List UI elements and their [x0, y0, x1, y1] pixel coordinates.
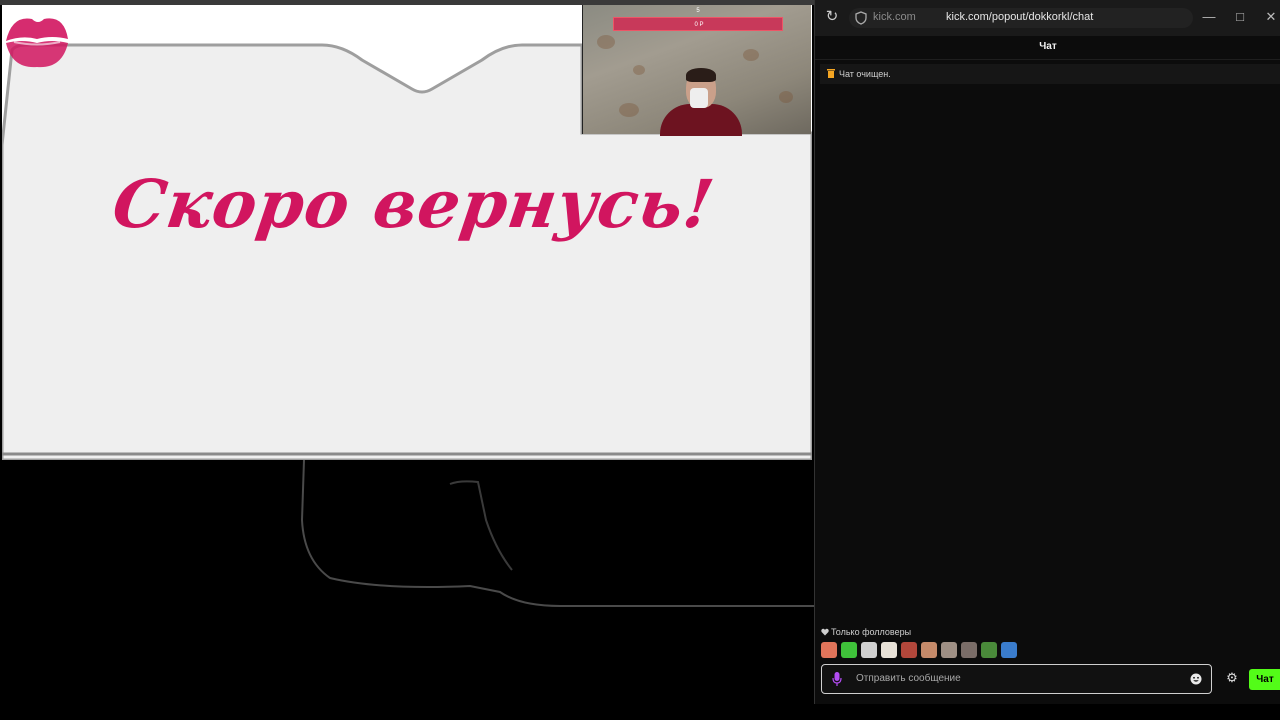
screen: Скоро вернусь! 5 0 P ↻ kick.com kick.com…	[0, 0, 1280, 720]
address-domain: kick.com	[873, 11, 916, 23]
maximize-button[interactable]: □	[1232, 8, 1248, 26]
chat-cleared-notice: Чат очищен.	[820, 64, 1280, 84]
microphone-icon[interactable]	[832, 672, 842, 686]
close-button[interactable]: ✕	[1263, 8, 1279, 26]
address-url: kick.com/popout/dokkorkl/chat	[946, 11, 1094, 23]
kiss-lips-icon	[6, 18, 68, 68]
background-shape	[300, 460, 814, 607]
emote-6-icon[interactable]	[921, 642, 937, 658]
emote-7-icon[interactable]	[941, 642, 957, 658]
emote-8-icon[interactable]	[961, 642, 977, 658]
chat-header: Чат	[815, 36, 1280, 60]
chat-message-input[interactable]: Отправить сообщение	[821, 664, 1212, 694]
emoji-picker-icon[interactable]	[1190, 673, 1202, 685]
chat-settings-icon[interactable]: ⚙	[1224, 670, 1240, 686]
chat-popout-window: ↻ kick.com kick.com/popout/dokkorkl/chat…	[814, 0, 1280, 704]
trash-icon	[827, 69, 835, 78]
reload-icon[interactable]: ↻	[823, 8, 841, 26]
webcam-bar-top-label: 5	[696, 8, 700, 14]
minimize-button[interactable]: —	[1201, 8, 1217, 26]
emote-1-icon[interactable]	[821, 642, 837, 658]
chat-input-placeholder: Отправить сообщение	[856, 673, 961, 684]
webcam-goal-bar: 0 P	[613, 17, 783, 31]
webcam-goal-value: 0 P	[694, 22, 704, 28]
emote-2-icon[interactable]	[841, 642, 857, 658]
browser-titlebar: ↻ kick.com kick.com/popout/dokkorkl/chat…	[815, 0, 1280, 36]
emote-3-icon[interactable]	[861, 642, 877, 658]
chat-title: Чат	[1039, 41, 1057, 52]
emote-10-icon[interactable]	[1001, 642, 1017, 658]
heart-icon	[821, 628, 829, 636]
send-chat-button[interactable]: Чат	[1249, 669, 1280, 690]
address-bar[interactable]: kick.com kick.com/popout/dokkorkl/chat	[849, 8, 1193, 28]
shield-icon	[855, 11, 867, 25]
followers-only-label: Только фолловеры	[831, 627, 912, 637]
emote-4-icon[interactable]	[881, 642, 897, 658]
stream-view: Скоро вернусь! 5 0 P	[0, 0, 814, 720]
brb-message: Скоро вернусь!	[108, 165, 720, 243]
streamer-body	[660, 104, 742, 136]
streamer-mug	[690, 88, 708, 108]
emote-quick-bar	[821, 642, 1017, 660]
streamer-hair	[686, 68, 716, 82]
bottom-strip	[814, 704, 1280, 720]
emote-5-icon[interactable]	[901, 642, 917, 658]
emote-9-icon[interactable]	[981, 642, 997, 658]
chat-cleared-text: Чат очищен.	[839, 69, 891, 79]
